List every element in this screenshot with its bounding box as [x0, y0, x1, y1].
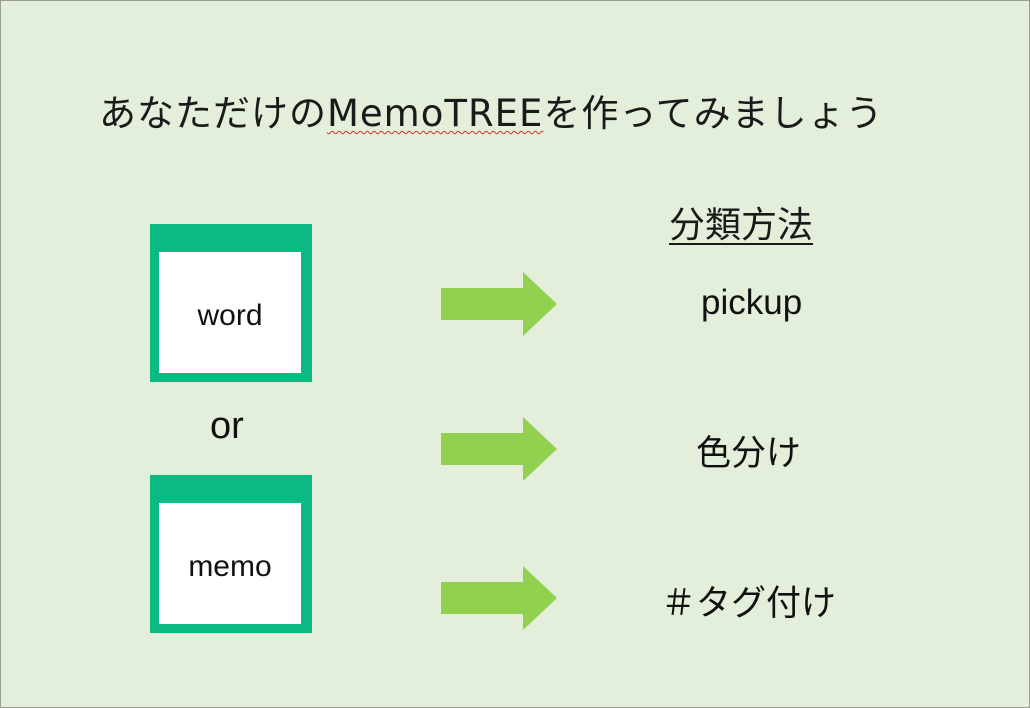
or-connector: or	[210, 405, 244, 447]
app-name: MemoTREE	[327, 92, 544, 135]
method-pickup: pickup	[701, 283, 803, 322]
methods-heading: 分類方法	[669, 205, 814, 246]
arrow-right-icon	[441, 272, 557, 336]
word-card: word	[150, 224, 312, 382]
title-prefix: あなただけの	[99, 92, 327, 135]
title-suffix: を作ってみましょう	[543, 92, 884, 135]
memo-card: memo	[150, 475, 312, 633]
arrow-right-icon	[441, 417, 557, 481]
method-color-coding: 色分け	[696, 434, 802, 474]
method-hashtag: ＃タグ付け	[661, 584, 837, 624]
slide-canvas: あなただけのMemoTREEを作ってみましょう word or memo 分類方…	[0, 0, 1030, 708]
memo-label: memo	[188, 549, 272, 583]
slide-title: あなただけのMemoTREEを作ってみましょう	[99, 83, 884, 137]
arrow-right-icon	[441, 566, 557, 630]
word-label: word	[197, 298, 263, 332]
